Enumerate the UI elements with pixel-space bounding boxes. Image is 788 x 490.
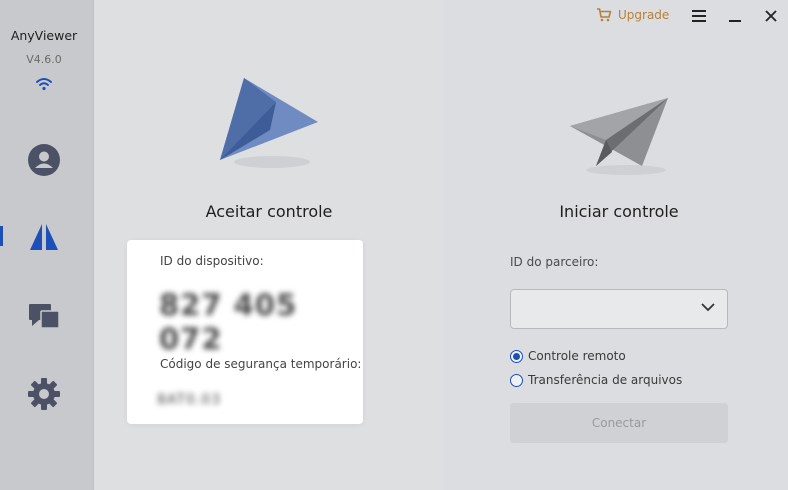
paper-plane-gray-icon [570, 98, 668, 175]
app-name: AnyViewer [10, 28, 78, 43]
gear-icon [28, 378, 60, 410]
close-icon [765, 10, 777, 22]
radio-remote-control[interactable] [510, 349, 523, 363]
upgrade-label: Upgrade [618, 8, 670, 22]
cart-icon [597, 8, 612, 22]
security-code-label: Código de segurança temporário: [160, 357, 362, 371]
option-remote-control-label: Controle remoto [528, 349, 626, 363]
remote-control-icon [30, 224, 58, 250]
menu-button[interactable] [689, 6, 709, 26]
active-indicator [0, 226, 3, 246]
partner-id-label: ID do parceiro: [510, 255, 599, 269]
app-version: V4.6.0 [26, 53, 62, 66]
paper-plane-blue-icon [220, 78, 318, 168]
device-id-label: ID do dispositivo: [160, 254, 264, 268]
sidebar-item-settings[interactable] [24, 374, 64, 414]
option-file-transfer[interactable]: Transferência de arquivos [510, 373, 682, 387]
partner-id-combobox[interactable] [510, 289, 728, 329]
security-code-value: 8AT0.03 [157, 392, 222, 408]
chevron-down-icon[interactable] [701, 303, 715, 312]
radio-file-transfer[interactable] [510, 373, 523, 387]
close-button[interactable] [761, 6, 781, 26]
sidebar-item-remote-control[interactable] [24, 217, 64, 257]
menu-icon [692, 10, 706, 22]
sidebar: AnyViewer V4.6.0 [0, 0, 94, 490]
accept-control-title: Aceitar controle [205, 202, 333, 221]
device-id-value: 827 405 072 [159, 288, 298, 356]
option-remote-control[interactable]: Controle remoto [510, 349, 626, 363]
start-control-title: Iniciar controle [559, 202, 679, 221]
sidebar-item-devices[interactable] [24, 296, 64, 336]
minimize-button[interactable] [725, 6, 745, 26]
connect-button[interactable]: Conectar [510, 403, 728, 443]
device-info-card: ID do dispositivo: 827 405 072 Código de… [127, 240, 363, 424]
wifi-icon [36, 78, 52, 91]
devices-icon [29, 304, 60, 329]
user-icon [28, 144, 60, 176]
upgrade-button[interactable]: Upgrade [596, 8, 669, 22]
minimize-icon [729, 20, 741, 22]
sidebar-item-account[interactable] [24, 140, 64, 180]
option-file-transfer-label: Transferência de arquivos [528, 373, 683, 387]
